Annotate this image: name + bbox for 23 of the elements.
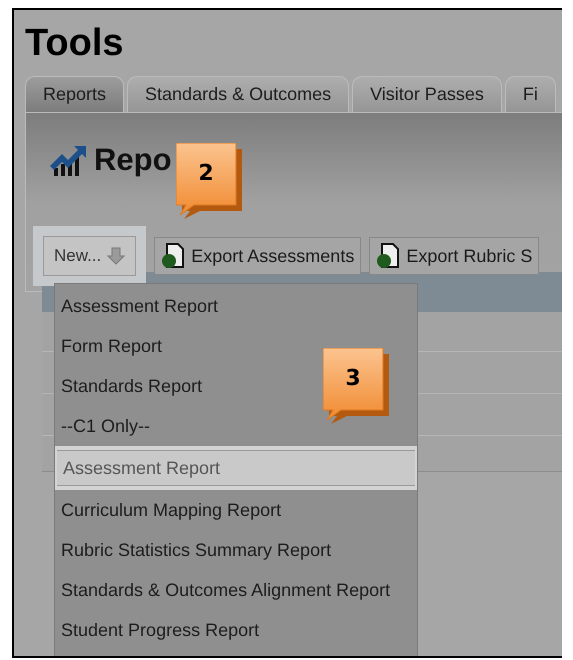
menu-item[interactable]: Assessment Report bbox=[55, 286, 224, 326]
tab[interactable]: Visitor Passes bbox=[352, 76, 502, 112]
callout-number: 2 bbox=[197, 160, 215, 188]
menu-item[interactable]: Form Report bbox=[55, 326, 168, 366]
menu-item[interactable]: Standards & Outcomes Alignment Report bbox=[55, 570, 396, 610]
document-icon bbox=[161, 243, 186, 269]
menu-item[interactable]: --C1 Only-- bbox=[55, 406, 156, 446]
new-button[interactable]: New... bbox=[43, 236, 136, 276]
tab[interactable]: Standards & Outcomes bbox=[127, 76, 350, 112]
menu-item[interactable]: Student Progress Report bbox=[55, 610, 266, 650]
tab[interactable]: Fi bbox=[504, 76, 556, 112]
menu-item[interactable]: Assessment Report bbox=[57, 450, 415, 486]
export-button[interactable]: Export Rubric S bbox=[369, 237, 540, 275]
down-arrow-icon bbox=[107, 247, 126, 265]
document-icon bbox=[376, 243, 400, 269]
section-heading: Repo bbox=[94, 141, 172, 179]
tab[interactable]: Reports bbox=[25, 76, 124, 112]
page-title: Tools bbox=[25, 21, 125, 66]
menu-item[interactable]: Curriculum Mapping Report bbox=[55, 490, 288, 530]
export-button[interactable]: Export Assessments bbox=[154, 237, 362, 275]
menu-item[interactable]: Rubric Statistics Summary Report bbox=[55, 530, 338, 570]
menu-item[interactable]: Standards Report bbox=[55, 366, 208, 406]
callout-number: 3 bbox=[344, 365, 362, 393]
